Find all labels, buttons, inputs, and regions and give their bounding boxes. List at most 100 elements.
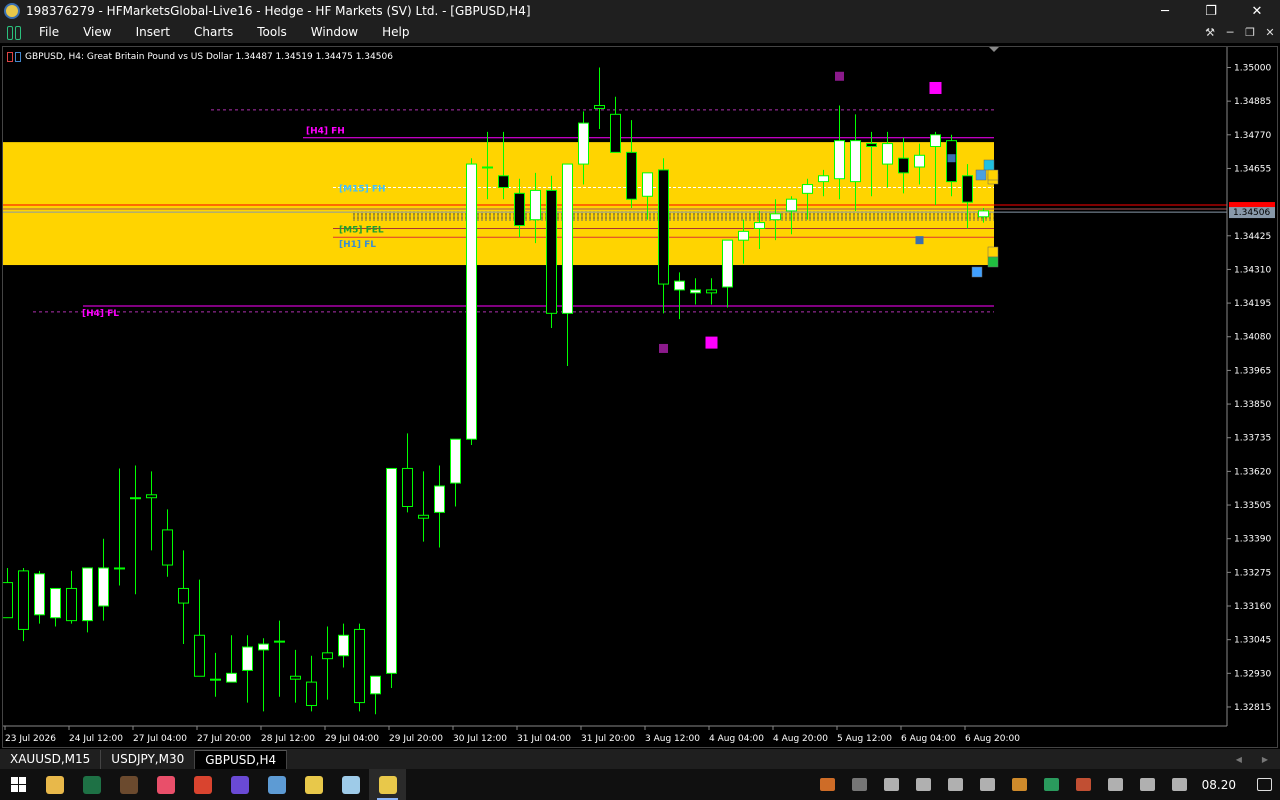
- taskbar-app-button[interactable]: [221, 769, 258, 800]
- child-minimize-button[interactable]: ─: [1220, 22, 1240, 43]
- taskbar-metatrader-button[interactable]: [369, 769, 406, 800]
- speaker-icon[interactable]: [1068, 769, 1100, 800]
- price-tick-label: 1.33045: [1234, 636, 1271, 646]
- bull-candle: [882, 143, 893, 165]
- bear-candle: [354, 628, 365, 704]
- taskbar-file-explorer-button[interactable]: [36, 769, 73, 800]
- bear-candle: [66, 587, 77, 622]
- chart-window[interactable]: [H4] FH [H4] FL [M15] FH [M5] FEL [H1] FL 1.3…: [2, 46, 1278, 748]
- current-price-label: 1.34506: [1233, 208, 1270, 218]
- price-tick-label: 1.34310: [1234, 265, 1271, 275]
- bull-candle: [642, 172, 653, 197]
- close-button[interactable]: ✕: [1234, 0, 1280, 22]
- edge-icon[interactable]: [1036, 769, 1068, 800]
- trader-icon: [304, 775, 323, 794]
- minecraft-icon: [119, 775, 138, 794]
- edge-marker: [987, 256, 999, 268]
- bull-candle: [754, 222, 765, 229]
- menu-window[interactable]: Window: [299, 22, 370, 43]
- bull-candle: [98, 567, 109, 607]
- bear-candle: [306, 681, 317, 707]
- bull-candle: [226, 672, 237, 683]
- shield-icon[interactable]: [940, 769, 972, 800]
- price-tick-label: 1.34195: [1234, 299, 1271, 309]
- taskbar-browser-button[interactable]: [258, 769, 295, 800]
- bull-candle: [738, 230, 749, 241]
- m5-fel-label: [M5] FEL: [339, 225, 384, 235]
- menu-tools[interactable]: Tools: [245, 22, 299, 43]
- maps-icon: [156, 775, 175, 794]
- child-restore-button[interactable]: ❐: [1240, 22, 1260, 43]
- menu-view[interactable]: View: [71, 22, 123, 43]
- price-tick-label: 1.32815: [1234, 703, 1271, 713]
- clock[interactable]: 08.20: [1196, 778, 1248, 792]
- price-tick-label: 1.33735: [1234, 434, 1271, 444]
- pen-icon[interactable]: [1164, 769, 1196, 800]
- maximize-button[interactable]: ❐: [1188, 0, 1234, 22]
- zone-rect: [3, 142, 994, 266]
- taskbar-maps-button[interactable]: [147, 769, 184, 800]
- tab-scroll-left-icon[interactable]: ◀: [1236, 755, 1242, 764]
- cloud-icon[interactable]: [812, 769, 844, 800]
- usb-icon[interactable]: [908, 769, 940, 800]
- menu-bar: File View Insert Charts Tools Window Hel…: [0, 22, 1280, 43]
- signal-marker: [915, 236, 924, 245]
- minimize-button[interactable]: ─: [1142, 0, 1188, 22]
- menu-charts[interactable]: Charts: [182, 22, 245, 43]
- chart-logo-icon[interactable]: [7, 25, 21, 40]
- price-chart[interactable]: [H4] FH [H4] FL [M15] FH [M5] FEL [H1] FL 1.3…: [3, 47, 1277, 747]
- tab-scroll-right-icon[interactable]: ▶: [1262, 755, 1268, 764]
- price-tick-label: 1.34655: [1234, 164, 1271, 174]
- h4-fl-label: [H4] FL: [82, 309, 119, 319]
- price-tick-label: 1.33390: [1234, 535, 1271, 545]
- taskbar-notepad-button[interactable]: [332, 769, 369, 800]
- muted-icon[interactable]: [972, 769, 1004, 800]
- notepad-icon: [341, 775, 360, 794]
- price-tick-label: 1.33850: [1234, 400, 1271, 410]
- time-tick-label: 31 Jul 20:00: [581, 734, 635, 744]
- bear-candle: [626, 151, 637, 200]
- taskbar-excel-button[interactable]: [73, 769, 110, 800]
- start-button[interactable]: [0, 769, 36, 800]
- child-close-button[interactable]: ✕: [1260, 22, 1280, 43]
- tab-gbpusd-h4[interactable]: GBPUSD,H4: [195, 749, 288, 769]
- discord-icon[interactable]: [1100, 769, 1132, 800]
- network-icon[interactable]: [1132, 769, 1164, 800]
- search-tray-icon[interactable]: [1004, 769, 1036, 800]
- chart-shift-icon: [989, 47, 999, 52]
- chart-type-icon: [7, 52, 21, 62]
- price-tick-label: 1.33160: [1234, 602, 1271, 612]
- menu-file[interactable]: File: [27, 22, 71, 43]
- tools-icon[interactable]: ⚒: [1200, 22, 1220, 43]
- signal-marker: [705, 336, 718, 349]
- notifications-icon[interactable]: [1248, 769, 1280, 800]
- time-tick-label: 4 Aug 20:00: [773, 734, 828, 744]
- h1-fl-label: [H1] FL: [339, 240, 376, 250]
- bull-candle: [114, 567, 125, 570]
- tab-xauusd-m15[interactable]: XAUUSD,M15: [0, 749, 102, 769]
- tab-usdjpy-m30[interactable]: USDJPY,M30: [101, 749, 196, 769]
- system-tray: 08.20: [812, 769, 1280, 800]
- taskbar-minecraft-button[interactable]: [110, 769, 147, 800]
- taskbar-chrome-button[interactable]: [184, 769, 221, 800]
- time-tick-label: 29 Jul 20:00: [389, 734, 443, 744]
- window-controls: ─ ❐ ✕: [1142, 0, 1280, 22]
- bull-candle: [802, 184, 813, 194]
- device-icon[interactable]: [876, 769, 908, 800]
- taskbar-trader-button[interactable]: [295, 769, 332, 800]
- menu-help[interactable]: Help: [370, 22, 421, 43]
- bull-candle: [338, 634, 349, 657]
- bull-candle: [210, 678, 221, 681]
- bear-candle: [194, 634, 205, 677]
- tab-scroll: ◀ ▶: [1236, 749, 1268, 769]
- bear-candle: [498, 175, 509, 188]
- menu-insert[interactable]: Insert: [124, 22, 182, 43]
- drive-icon[interactable]: [844, 769, 876, 800]
- bull-candle: [914, 154, 925, 168]
- bull-candle: [434, 485, 445, 513]
- bull-candle: [82, 567, 93, 622]
- edge-marker: [971, 266, 983, 278]
- bear-candle: [594, 105, 605, 109]
- bear-candle: [322, 652, 333, 660]
- symbol-info: GBPUSD, H4: Great Britain Pound vs US Do…: [25, 52, 393, 62]
